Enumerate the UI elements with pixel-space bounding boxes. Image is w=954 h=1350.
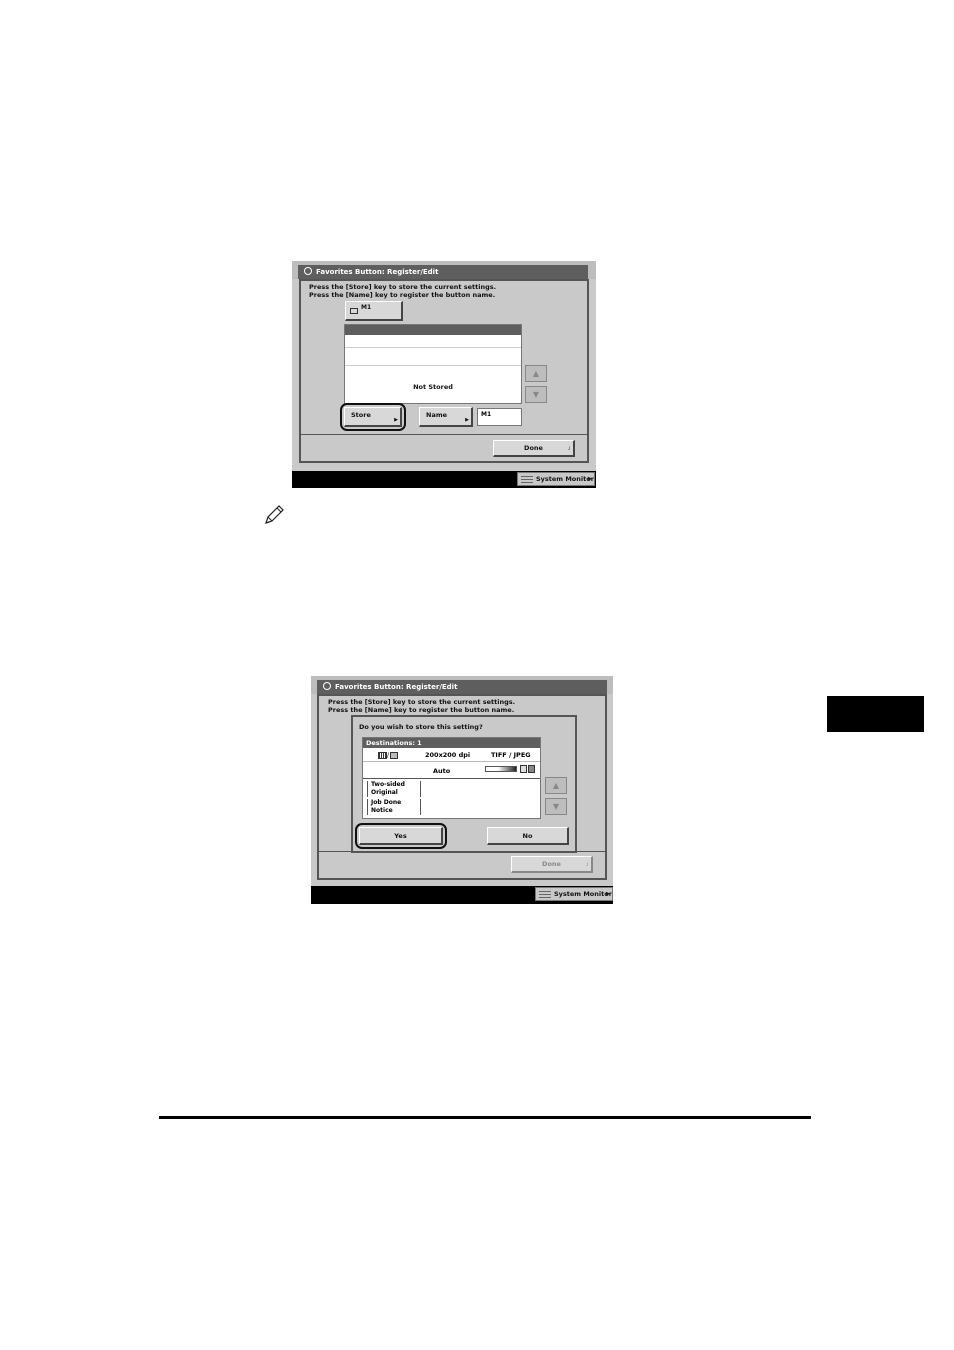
- confirm-dialog: Do you wish to store this setting? Desti…: [351, 715, 577, 853]
- density-mode-icon: [520, 765, 536, 773]
- instruction-line-2: Press the [Name] key to register the but…: [328, 706, 515, 714]
- title-bar: Favorites Button: Register/Edit: [292, 261, 596, 279]
- row-divider: [363, 778, 540, 779]
- no-button-label: No: [522, 831, 533, 840]
- name-value: M1: [481, 411, 492, 418]
- not-stored-label: Not Stored: [413, 383, 453, 391]
- list-row-divider: [345, 365, 521, 366]
- store-button[interactable]: Store ▶: [344, 407, 402, 427]
- arrow-right-icon: ▶: [588, 476, 592, 482]
- name-value-field: M1: [477, 408, 522, 426]
- scanner-icon: [350, 308, 358, 314]
- scroll-up-button[interactable]: ▲: [525, 365, 547, 382]
- destinations-header: Destinations: 1: [363, 738, 540, 748]
- return-icon: ┘: [585, 863, 589, 869]
- list-header: [345, 325, 521, 335]
- yes-button-label: Yes: [394, 831, 407, 840]
- resolution-value: 200x200 dpi: [425, 751, 471, 759]
- arrow-right-icon: ▶: [465, 417, 469, 423]
- title-tab: Favorites Button: Register/Edit: [298, 265, 588, 279]
- return-icon: ┘: [567, 447, 571, 453]
- done-button-label: Done: [524, 444, 543, 452]
- screen-title: Favorites Button: Register/Edit: [335, 683, 458, 691]
- instruction-line-1: Press the [Store] key to store the curre…: [328, 698, 516, 706]
- system-monitor-label: System Monitor: [536, 475, 594, 483]
- title-tab: Favorites Button: Register/Edit: [317, 680, 607, 694]
- system-monitor-label: System Monitor: [554, 890, 612, 898]
- system-monitor-icon: [539, 891, 551, 898]
- file-format-value: TIFF / JPEG: [491, 751, 531, 759]
- setting-two-sided-original: Two-sided Original: [367, 781, 421, 797]
- favorites-icon: [323, 682, 331, 690]
- system-monitor-icon: [521, 476, 533, 483]
- list-row-divider: [345, 347, 521, 348]
- color-mode-icon: /: [378, 752, 398, 759]
- density-value: Auto: [433, 767, 451, 775]
- arrow-right-icon: ▶: [606, 891, 610, 897]
- row-divider: [363, 761, 540, 762]
- done-button-label: Done: [542, 860, 561, 868]
- setting-job-done-notice: Job Done Notice: [367, 799, 421, 815]
- destinations-label: Destinations: 1: [366, 739, 422, 747]
- no-button[interactable]: No: [487, 827, 569, 845]
- store-button-label: Store: [351, 411, 371, 419]
- favorites-icon: [304, 267, 312, 275]
- instruction-line-1: Press the [Store] key to store the curre…: [309, 283, 497, 291]
- chapter-tab-marker: [827, 696, 924, 732]
- screen-title: Favorites Button: Register/Edit: [316, 268, 439, 276]
- done-button[interactable]: Done ┘: [493, 440, 575, 457]
- done-button[interactable]: Done ┘: [511, 856, 593, 873]
- setting-label: Notice: [371, 807, 393, 814]
- note-pencil-icon: [265, 505, 284, 524]
- name-button[interactable]: Name ▶: [419, 407, 473, 427]
- favorites-register-screen-1: Favorites Button: Register/Edit Press th…: [292, 261, 596, 471]
- settings-list: Not Stored: [344, 324, 522, 404]
- instruction-line-2: Press the [Name] key to register the but…: [309, 291, 496, 299]
- scroll-down-button[interactable]: ▼: [525, 386, 547, 403]
- favorites-register-screen-2: Favorites Button: Register/Edit Press th…: [311, 676, 613, 886]
- settings-summary: Destinations: 1 / 200x200 dpi TIFF / JPE…: [362, 737, 541, 819]
- footer-divider: [319, 851, 605, 852]
- yes-button[interactable]: Yes: [359, 827, 443, 845]
- name-button-label: Name: [426, 411, 448, 419]
- arrow-right-icon: ▶: [394, 417, 398, 423]
- scroll-up-button[interactable]: ▲: [545, 777, 567, 794]
- system-monitor-button[interactable]: System Monitor ▶: [517, 472, 595, 486]
- scroll-down-button[interactable]: ▼: [545, 798, 567, 815]
- setting-label: Two-sided: [371, 781, 405, 788]
- density-slider-icon: [485, 766, 517, 772]
- dialog-question: Do you wish to store this setting?: [359, 723, 483, 731]
- footer-divider: [301, 434, 587, 435]
- favorite-preset-button-m1[interactable]: M1: [345, 301, 403, 321]
- preset-button-label: M1: [361, 304, 372, 311]
- title-bar: Favorites Button: Register/Edit: [311, 676, 613, 694]
- setting-label: Original: [371, 789, 398, 796]
- page-footer-rule: [159, 1116, 811, 1119]
- setting-label: Job Done: [371, 799, 402, 806]
- system-monitor-button[interactable]: System Monitor ▶: [535, 887, 613, 901]
